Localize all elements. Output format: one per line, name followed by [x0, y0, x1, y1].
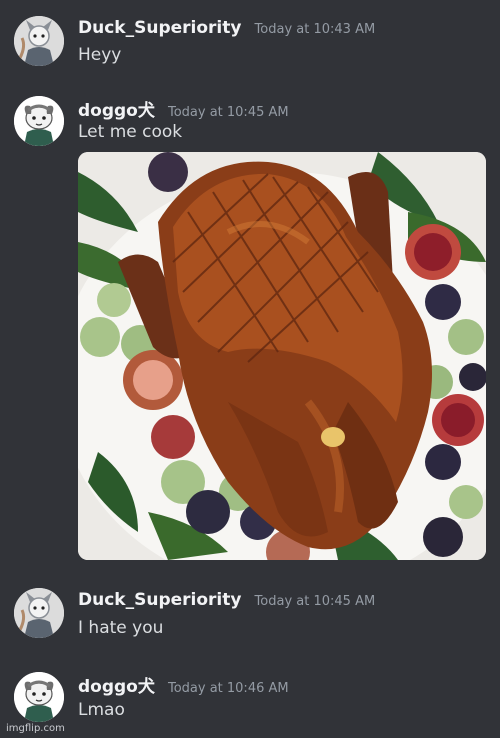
username[interactable]: Duck_Superiority [78, 590, 241, 610]
message-text: Heyy [78, 45, 122, 65]
message-text: Let me cook [78, 122, 183, 142]
duck-avatar[interactable] [14, 588, 64, 638]
roast-duck-image[interactable] [78, 152, 486, 560]
message-text: Lmao [78, 700, 125, 720]
duck-avatar[interactable] [14, 16, 64, 66]
imgflip-watermark: imgflip.com [6, 723, 65, 734]
doggo-avatar[interactable] [14, 672, 64, 722]
message-header: doggo犬 Today at 10:46 AM [78, 672, 289, 697]
username[interactable]: doggo犬 [78, 677, 155, 697]
username[interactable]: doggo犬 [78, 101, 155, 121]
message-header: Duck_Superiority Today at 10:45 AM [78, 590, 375, 610]
timestamp: Today at 10:43 AM [254, 22, 376, 37]
doggo-avatar[interactable] [14, 96, 64, 146]
timestamp: Today at 10:46 AM [167, 681, 289, 696]
timestamp: Today at 10:45 AM [167, 105, 289, 120]
message-text: I hate you [78, 618, 164, 638]
username[interactable]: Duck_Superiority [78, 18, 241, 38]
message-header: doggo犬 Today at 10:45 AM [78, 96, 289, 121]
message-header: Duck_Superiority Today at 10:43 AM [78, 18, 375, 38]
timestamp: Today at 10:45 AM [254, 594, 376, 609]
